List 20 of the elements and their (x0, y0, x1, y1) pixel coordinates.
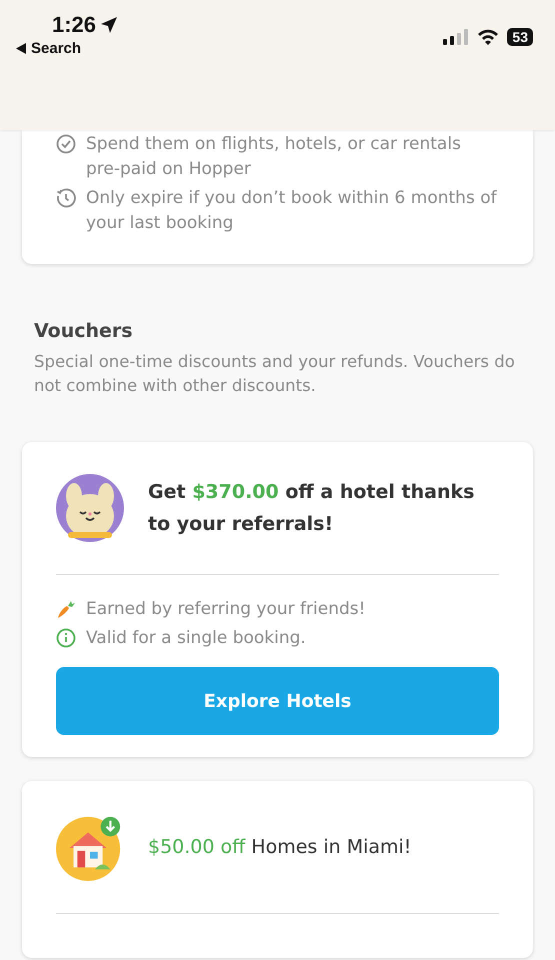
carrot-icon (56, 599, 76, 619)
battery-indicator: 53 (507, 28, 533, 46)
clock-time: 1:26 (52, 12, 96, 38)
back-link[interactable]: Search (16, 40, 118, 57)
back-triangle-icon (16, 43, 26, 54)
voucher-note: Valid for a single booking. (86, 627, 306, 650)
clock-icon (56, 188, 76, 208)
voucher-headline: Get $370.00 off a hotel thanks to your referrals! (148, 480, 476, 537)
location-arrow-icon (100, 16, 118, 34)
check-circle-icon (56, 134, 76, 154)
benefit-text: Only expire if you don’t book within 6 months of your last booking (86, 187, 498, 235)
bunny-avatar-icon (56, 474, 124, 542)
voucher-headline: $50.00 off Homes in Miami! (148, 835, 412, 860)
wifi-icon (477, 29, 500, 45)
section-title: Vouchers (34, 320, 134, 342)
signal-icon (443, 29, 470, 45)
info-icon (56, 628, 76, 648)
benefit-text: Spend them on flights, hotels, or car rentals pre-paid on Hopper (86, 133, 462, 181)
voucher-note: Earned by referring your friends! (86, 598, 366, 621)
section-description: Special one-time discounts and your refunds. Vouchers do not combine with other discounts. (34, 351, 516, 397)
